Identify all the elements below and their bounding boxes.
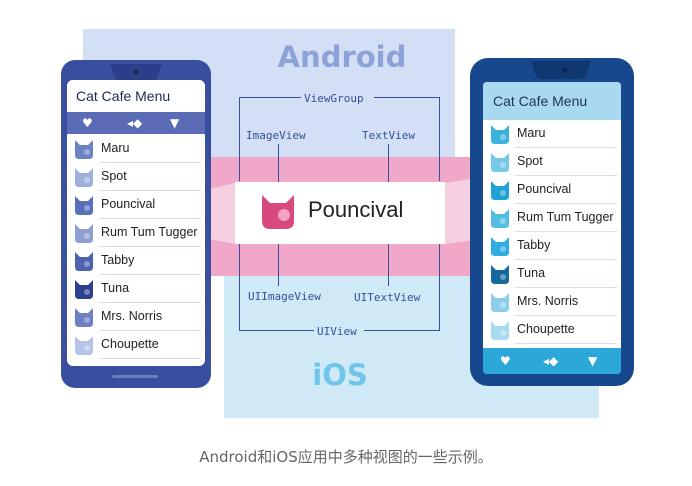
android-app-title: Cat Cafe Menu	[67, 80, 205, 112]
uiview-label: UIView	[317, 325, 357, 338]
list-item[interactable]: Pouncival	[67, 191, 205, 219]
viewgroup-top-left-line	[239, 97, 301, 98]
cat-icon[interactable]: ▼	[170, 112, 179, 134]
imageview-label: ImageView	[246, 129, 306, 142]
android-tab-bar: ♥ ◂◆ ▼	[67, 112, 205, 134]
cat-icon[interactable]: ▼	[588, 348, 597, 374]
textview-line	[388, 144, 389, 184]
list-item[interactable]: Pouncival	[483, 176, 621, 204]
cat-avatar-icon	[75, 308, 93, 327]
list-item[interactable]: Choupette	[67, 331, 205, 359]
list-item-label: Tuna	[101, 281, 130, 295]
cat-avatar-icon	[75, 196, 93, 215]
list-item[interactable]: Tabby	[67, 247, 205, 275]
cat-icon	[262, 195, 294, 229]
cat-avatar-icon	[491, 321, 509, 340]
uiview-bottom-right-line	[364, 330, 440, 331]
cat-avatar-icon	[75, 224, 93, 243]
uiview-left-line	[239, 244, 240, 330]
list-item[interactable]: Tabby	[483, 232, 621, 260]
list-item-label: Tabby	[101, 253, 135, 267]
fish-icon[interactable]: ◂◆	[543, 348, 558, 374]
viewgroup-top-right-line	[374, 97, 440, 98]
list-item[interactable]: Tuna	[483, 260, 621, 288]
fish-icon[interactable]: ◂◆	[127, 112, 142, 134]
uitextview-label: UITextView	[354, 291, 421, 304]
list-item[interactable]: Choupette	[483, 316, 621, 344]
list-item-label: Tabby	[517, 238, 551, 252]
list-item-label: Tuna	[517, 266, 546, 280]
list-item-label: Mrs. Norris	[517, 294, 579, 308]
ios-tab-bar: ♥ ◂◆ ▼	[483, 348, 621, 374]
list-item[interactable]: Mrs. Norris	[67, 303, 205, 331]
list-item-label: Spot	[517, 154, 543, 168]
list-item[interactable]: Mrs. Norris	[483, 288, 621, 316]
cat-avatar-icon	[491, 209, 509, 228]
cat-avatar-icon	[75, 280, 93, 299]
cat-avatar-icon	[491, 181, 509, 200]
cat-avatar-icon	[75, 336, 93, 355]
viewgroup-right-line	[439, 97, 440, 181]
uiimageview-label: UIImageView	[248, 290, 321, 303]
list-item[interactable]: Maru	[483, 120, 621, 148]
cat-avatar-icon	[491, 237, 509, 256]
list-divider	[515, 343, 617, 344]
list-item[interactable]: Rum Tum Tugger	[483, 204, 621, 232]
heart-icon[interactable]: ♥	[500, 348, 511, 374]
list-item[interactable]: Spot	[483, 148, 621, 176]
list-item[interactable]: Spot	[67, 163, 205, 191]
viewgroup-label: ViewGroup	[304, 92, 364, 105]
uiview-bottom-left-line	[239, 330, 314, 331]
list-item-label: Pouncival	[517, 182, 572, 196]
list-item[interactable]: Maru	[67, 135, 205, 163]
cat-avatar-icon	[75, 140, 93, 159]
uiview-right-line	[439, 244, 440, 330]
android-notch	[110, 64, 162, 80]
cat-avatar-icon	[491, 125, 509, 144]
figure-caption: Android和iOS应用中多种视图的一些示例。	[199, 448, 493, 466]
list-item-label: Maru	[517, 126, 546, 140]
list-divider	[99, 358, 201, 359]
cat-avatar-icon	[491, 265, 509, 284]
cat-avatar-icon	[491, 293, 509, 312]
heart-icon[interactable]: ♥	[82, 112, 93, 134]
list-item-label: Rum Tum Tugger	[517, 210, 614, 224]
list-item-label: Maru	[101, 141, 130, 155]
list-item-label: Pouncival	[101, 197, 156, 211]
callout-label: Pouncival	[308, 197, 404, 222]
list-item[interactable]: Rum Tum Tugger	[67, 219, 205, 247]
ios-screen: Cat Cafe Menu Maru Spot Pouncival Rum Tum T…	[483, 82, 621, 374]
viewgroup-left-line	[239, 97, 240, 181]
android-home-bar	[112, 375, 158, 378]
textview-label: TextView	[362, 129, 415, 142]
list-item-label: Rum Tum Tugger	[101, 225, 198, 239]
ios-app-title: Cat Cafe Menu	[483, 82, 621, 120]
list-item-label: Spot	[101, 169, 127, 183]
list-item-label: Mrs. Norris	[101, 309, 163, 323]
list-item-label: Choupette	[101, 337, 159, 351]
list-item-label: Choupette	[517, 322, 575, 336]
ios-notch	[531, 61, 591, 79]
cat-avatar-icon	[75, 252, 93, 271]
list-item[interactable]: Tuna	[67, 275, 205, 303]
cat-avatar-icon	[75, 168, 93, 187]
android-screen: Cat Cafe Menu ♥ ◂◆ ▼ Maru Spot Pouncival Ru…	[67, 80, 205, 366]
cat-avatar-icon	[491, 153, 509, 172]
